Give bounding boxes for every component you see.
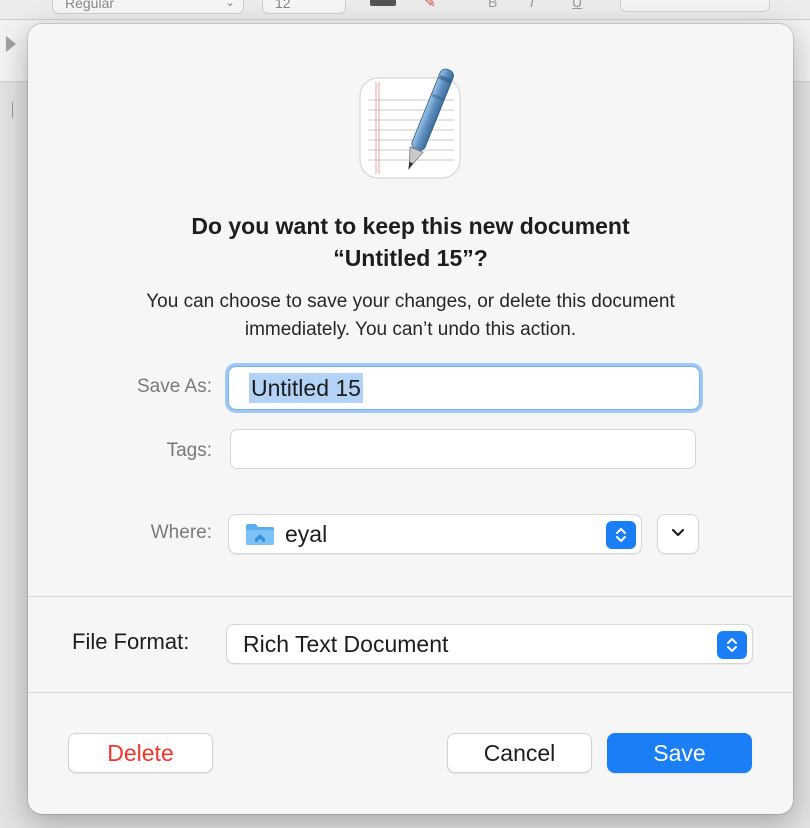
bold-icon: B: [488, 0, 498, 10]
chevron-updown-icon: ⌄: [224, 0, 235, 9]
save-as-label: Save As:: [137, 376, 212, 397]
message-line-1: You can choose to save your changes, or …: [146, 291, 675, 312]
underline-icon: U: [572, 0, 583, 10]
cancel-button[interactable]: Cancel: [447, 733, 592, 773]
home-folder-icon: [245, 522, 275, 546]
save-dialog: Do you want to keep this new document “U…: [28, 24, 793, 814]
file-format-label: File Format:: [72, 629, 190, 654]
file-format-popup[interactable]: Rich Text Document: [226, 624, 753, 664]
message-line-2: immediately. You can’t undo this action.: [244, 319, 577, 340]
title-line-1: Do you want to keep this new document: [191, 213, 630, 239]
textedit-icon: [358, 64, 462, 184]
delete-button[interactable]: Delete: [68, 733, 213, 773]
background-toolbar: Regular ⌄ 12 ✎ B I U: [0, 0, 810, 20]
dialog-message: You can choose to save your changes, or …: [28, 288, 793, 344]
text-cursor: [12, 102, 13, 118]
where-popup[interactable]: eyal: [228, 514, 642, 554]
text-color-swatch: [370, 0, 396, 6]
where-label: Where:: [150, 522, 212, 543]
font-style-popup: Regular ⌄: [52, 0, 244, 14]
font-size-popup: 12: [262, 0, 346, 14]
italic-icon: I: [530, 0, 534, 10]
updown-chevron-icon: [717, 631, 747, 659]
file-format-value: Rich Text Document: [243, 630, 449, 657]
expand-browser-button[interactable]: [657, 514, 699, 554]
dialog-title: Do you want to keep this new document “U…: [28, 210, 793, 274]
title-line-2: “Untitled 15”?: [333, 245, 488, 271]
divider-bottom: [28, 692, 793, 693]
indent-marker-icon: [6, 36, 16, 52]
font-size-value: 12: [275, 0, 291, 11]
where-value: eyal: [285, 520, 328, 547]
save-as-field[interactable]: Untitled 15: [228, 366, 700, 410]
save-as-value: Untitled 15: [249, 373, 363, 403]
highlight-icon: ✎: [424, 0, 436, 10]
save-button[interactable]: Save: [607, 733, 752, 773]
alignment-group: [620, 0, 770, 12]
chevron-down-icon: [670, 525, 686, 543]
font-style-value: Regular: [65, 0, 115, 11]
divider-top: [28, 596, 793, 597]
updown-chevron-icon: [606, 521, 636, 549]
tags-field[interactable]: [230, 429, 696, 469]
tags-label: Tags:: [166, 440, 212, 461]
